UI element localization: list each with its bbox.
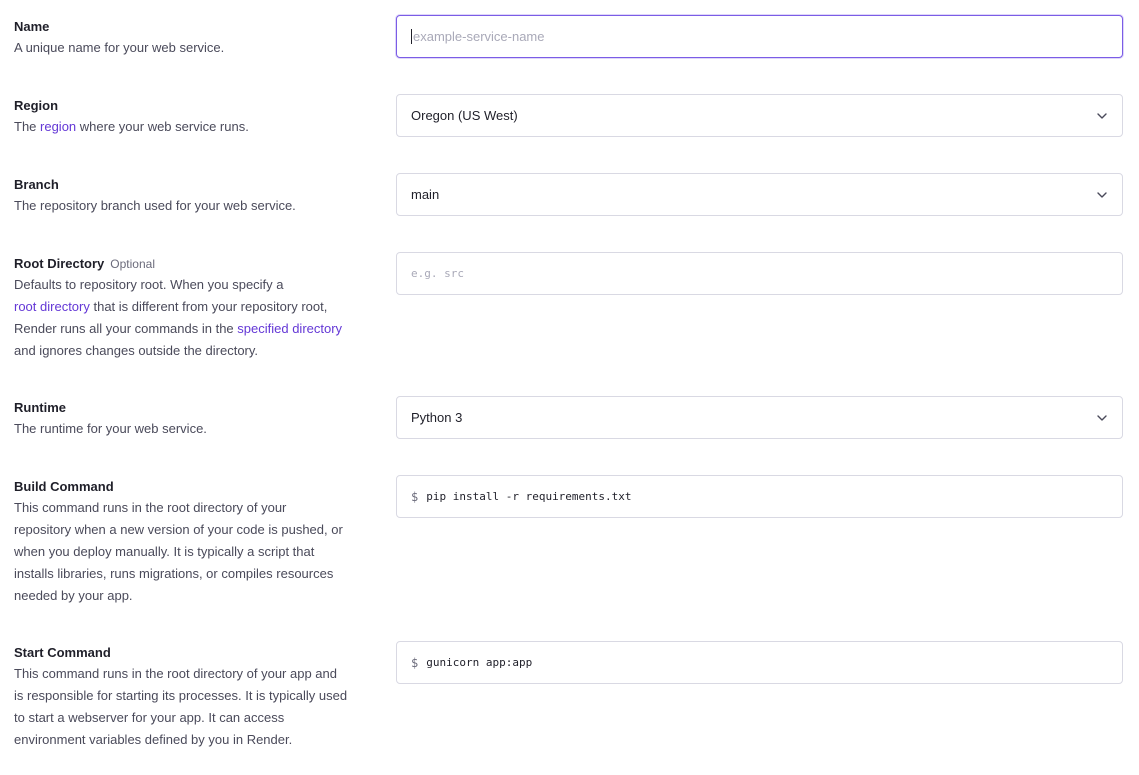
build-command-input[interactable]: $ pip install -r requirements.txt: [396, 475, 1123, 518]
start-command-value: gunicorn app:app: [426, 656, 533, 669]
region-select-value: Oregon (US West): [411, 108, 518, 123]
specified-directory-link[interactable]: specified directory: [237, 321, 342, 336]
root-directory-desc-line1: Defaults to repository root. When you sp…: [14, 277, 284, 292]
root-directory-desc-line3: Render runs all your commands in the spe…: [14, 318, 364, 340]
start-command-label: Start Command: [14, 645, 111, 660]
name-description: A unique name for your web service.: [14, 40, 225, 55]
runtime-label: Runtime: [14, 400, 66, 415]
root-directory-label: Root Directory Optional: [14, 255, 364, 273]
region-description: The region where your web service runs.: [14, 116, 364, 138]
text-caret: [411, 29, 412, 44]
region-select[interactable]: Oregon (US West): [396, 94, 1123, 137]
chevron-down-icon: [1096, 110, 1108, 122]
optional-tag: Optional: [110, 257, 155, 271]
root-directory-desc-line4: and ignores changes outside the director…: [14, 343, 259, 358]
region-desc-post: where your web service runs.: [76, 119, 249, 134]
dollar-prompt-icon: $: [411, 489, 419, 504]
root-directory-placeholder: e.g. src: [411, 267, 464, 280]
chevron-down-icon: [1096, 189, 1108, 201]
build-command-desc-line: repository when a new version of your co…: [14, 522, 343, 537]
region-link[interactable]: region: [40, 119, 76, 134]
branch-description: The repository branch used for your web …: [14, 198, 296, 213]
root-directory-input[interactable]: e.g. src: [396, 252, 1123, 295]
start-command-label-group: Start Command This command runs in the r…: [14, 644, 364, 751]
name-label-group: Name A unique name for your web service.: [14, 18, 364, 59]
root-directory-desc-line2: root directory that is different from yo…: [14, 296, 364, 318]
web-service-settings-form: Name A unique name for your web service.…: [0, 0, 1139, 775]
build-command-desc-line: This command runs in the root directory …: [14, 500, 287, 515]
start-command-desc-line: This command runs in the root directory …: [14, 666, 337, 681]
region-desc-pre: The: [14, 119, 41, 134]
runtime-select-value: Python 3: [411, 410, 463, 425]
start-command-desc-line: to start a webserver for your app. It ca…: [14, 710, 285, 725]
name-input-placeholder: example-service-name: [413, 29, 545, 44]
root-directory-label-text: Root Directory: [14, 256, 105, 271]
region-label: Region: [14, 98, 59, 113]
start-command-description: This command runs in the root directory …: [14, 663, 364, 751]
build-command-desc-line: needed by your app.: [14, 588, 133, 603]
root-directory-description: Defaults to repository root. When you sp…: [14, 274, 364, 362]
name-label: Name: [14, 19, 50, 34]
build-command-desc-line: when you deploy manually. It is typicall…: [14, 544, 315, 559]
build-command-value: pip install -r requirements.txt: [426, 490, 632, 503]
name-input[interactable]: example-service-name: [396, 15, 1123, 58]
build-command-label: Build Command: [14, 479, 114, 494]
root-directory-desc-mid: that is different from your repository r…: [89, 299, 328, 314]
runtime-select[interactable]: Python 3: [396, 396, 1123, 439]
branch-select[interactable]: main: [396, 173, 1123, 216]
runtime-label-group: Runtime The runtime for your web service…: [14, 399, 364, 440]
build-command-label-group: Build Command This command runs in the r…: [14, 478, 364, 607]
branch-label-group: Branch The repository branch used for yo…: [14, 176, 364, 217]
start-command-desc-line: environment variables defined by you in …: [14, 732, 293, 747]
branch-label: Branch: [14, 177, 59, 192]
chevron-down-icon: [1096, 412, 1108, 424]
start-command-desc-line: is responsible for starting its processe…: [14, 688, 348, 703]
branch-select-value: main: [411, 187, 440, 202]
build-command-desc-line: installs libraries, runs migrations, or …: [14, 566, 334, 581]
start-command-input[interactable]: $ gunicorn app:app: [396, 641, 1123, 684]
root-directory-desc-line3-pre: Render runs all your commands in the: [14, 321, 238, 336]
region-label-group: Region The region where your web service…: [14, 97, 364, 138]
runtime-description: The runtime for your web service.: [14, 421, 207, 436]
build-command-description: This command runs in the root directory …: [14, 497, 364, 607]
root-directory-link[interactable]: root directory: [14, 299, 90, 314]
root-directory-label-group: Root Directory Optional Defaults to repos…: [14, 255, 364, 362]
dollar-prompt-icon: $: [411, 655, 419, 670]
